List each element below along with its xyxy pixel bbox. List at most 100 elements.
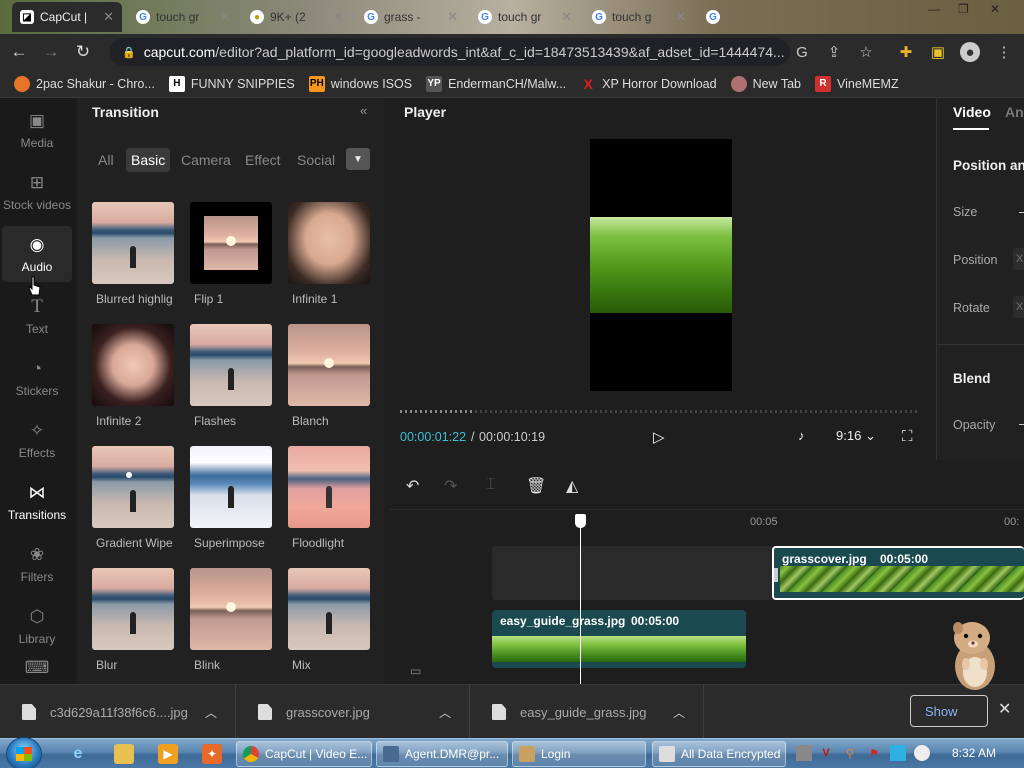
monitor-icon[interactable] (890, 745, 906, 761)
transition-thumb[interactable] (190, 446, 272, 528)
chevron-down-icon[interactable]: ▼ (346, 148, 370, 170)
tab-video[interactable]: Video (953, 104, 991, 120)
playhead-handle[interactable] (575, 514, 586, 528)
chevron-up-icon[interactable]: ︿ (673, 704, 685, 721)
transition-thumb[interactable] (288, 446, 370, 528)
nav-media[interactable]: ▣ Media (0, 102, 74, 158)
transition-thumb[interactable] (190, 202, 272, 284)
category-social[interactable]: Social (297, 148, 335, 172)
nav-transitions[interactable]: ⋈ Transitions (0, 474, 74, 530)
size-slider[interactable] (1019, 212, 1024, 213)
split-icon[interactable]: ⌶ (486, 476, 496, 494)
nav-library[interactable]: ⬡ Library (0, 598, 74, 654)
nav-audio[interactable]: ◉ Audio (2, 226, 72, 282)
play-icon[interactable]: ▷ (653, 428, 665, 446)
folder-icon[interactable] (114, 744, 134, 764)
google-lens-icon[interactable]: G (792, 42, 812, 62)
rotate-field[interactable]: X (1013, 296, 1024, 318)
download-item[interactable]: grasscover.jpg ︿ (236, 685, 470, 739)
download-item[interactable]: c3d629a11f38f6c6....jpg ︿ (0, 685, 236, 739)
transition-thumb[interactable] (92, 324, 174, 406)
bookmark-endermanch[interactable]: YP EndermanCH/Malw... (426, 75, 566, 92)
scrub-track[interactable] (400, 410, 920, 413)
chevron-up-icon[interactable]: ︿ (205, 704, 217, 721)
nav-stock-videos[interactable]: ⊞ Stock videos (0, 164, 74, 220)
category-all[interactable]: All (98, 148, 114, 172)
extensions-icon[interactable]: ✚ (896, 42, 916, 62)
minimize-icon[interactable]: — (928, 2, 940, 16)
start-button[interactable] (6, 737, 42, 768)
transition-thumb[interactable] (288, 202, 370, 284)
app-icon[interactable]: ✦ (202, 744, 222, 764)
url-field[interactable]: 🔒 capcut.com /editor?ad_platform_id=goog… (110, 38, 790, 66)
tab-animation[interactable]: An (1005, 104, 1024, 120)
reload-icon[interactable]: ↻ (70, 39, 96, 65)
media-player-icon[interactable]: ▶ (158, 744, 178, 764)
close-icon[interactable]: ✕ (675, 9, 686, 25)
nav-effects[interactable]: ✧ Effects (0, 412, 74, 468)
close-icon[interactable]: ✕ (998, 699, 1011, 719)
position-x-field[interactable]: X (1013, 248, 1024, 270)
nav-more[interactable]: ⌨ (0, 658, 74, 682)
category-effect[interactable]: Effect (245, 148, 281, 172)
back-icon[interactable]: ← (6, 39, 32, 65)
tab-google-5[interactable]: G (698, 2, 758, 32)
close-window-icon[interactable]: ✕ (990, 2, 1000, 16)
collapse-icon[interactable]: « (360, 103, 367, 118)
search-icon[interactable]: ⚲ (842, 745, 858, 761)
tab-google-4[interactable]: G touch g ✕ (584, 2, 694, 32)
taskbar-agent[interactable]: Agent.DMR@pr... (376, 741, 508, 767)
aspect-ratio-select[interactable]: 9:16 ⌄ (836, 428, 876, 444)
redo-icon[interactable]: ↷ (444, 476, 457, 496)
flag-icon[interactable]: ⚑ (866, 745, 882, 761)
tab-capcut[interactable]: ◪ CapCut | ✕ (12, 2, 122, 32)
show-all-button[interactable]: Show (910, 695, 988, 727)
tiktok-icon[interactable]: ♪ (798, 428, 805, 443)
playhead[interactable] (575, 514, 586, 684)
taskbar-encrypted[interactable]: All Data Encrypted (652, 741, 786, 767)
tab-google-2[interactable]: G grass - ✕ (356, 2, 466, 32)
menu-kebab-icon[interactable]: ⋮ (994, 42, 1014, 62)
close-icon[interactable]: ✕ (333, 9, 344, 25)
bookmark-2pac[interactable]: 2pac Shakur - Chro... (14, 75, 155, 92)
close-icon[interactable]: ✕ (219, 9, 230, 25)
opacity-slider[interactable] (1019, 424, 1024, 425)
transition-thumb[interactable] (190, 324, 272, 406)
timeline-clip[interactable]: easy_guide_grass.jpg 00:05:00 (492, 610, 746, 668)
bookmark-new-tab[interactable]: New Tab (730, 75, 801, 92)
chevron-up-icon[interactable]: ︿ (439, 704, 451, 721)
trim-handle[interactable] (774, 568, 778, 582)
profile-avatar-icon[interactable]: ● (960, 42, 980, 62)
nav-stickers[interactable]: ◔ Stickers (0, 350, 74, 406)
download-item[interactable]: easy_guide_grass.jpg ︿ (470, 685, 704, 739)
bookmark-windows-isos[interactable]: PH windows ISOS (308, 75, 412, 92)
delete-icon[interactable]: 🗑 (526, 476, 546, 496)
transition-thumb[interactable] (92, 568, 174, 650)
mirror-icon[interactable]: ◭ (566, 476, 578, 496)
star-icon[interactable]: ☆ (856, 42, 876, 62)
tab-gmail[interactable]: ● 9K+ (2 ✕ (242, 2, 352, 32)
time-ruler[interactable]: 00:05 00: (390, 510, 1024, 536)
timeline-clip[interactable]: grasscover.jpg 00:05:00 (772, 546, 1024, 600)
transition-thumb[interactable] (190, 568, 272, 650)
video-canvas[interactable] (590, 139, 732, 391)
bookmark-vinememz[interactable]: R VineMEMZ (815, 75, 899, 92)
category-basic[interactable]: Basic (126, 148, 171, 172)
taskbar-capcut[interactable]: CapCut | Video E... (236, 741, 372, 767)
transition-thumb[interactable] (92, 202, 174, 284)
forward-icon[interactable]: → (38, 39, 64, 65)
tab-google-3[interactable]: G touch gr ✕ (470, 2, 580, 32)
close-icon[interactable]: ✕ (561, 9, 572, 25)
bookmark-xp-horror[interactable]: X XP Horror Download (580, 76, 717, 92)
bookmark-funny-snippies[interactable]: H FUNNY SNIPPIES (168, 75, 295, 92)
nav-text[interactable]: T Text (0, 288, 74, 344)
transition-thumb[interactable] (288, 568, 370, 650)
taskbar-login[interactable]: Login (512, 741, 646, 767)
share-icon[interactable]: ⇪ (824, 42, 844, 62)
transition-thumb[interactable] (92, 446, 174, 528)
tab-google-1[interactable]: G touch gr ✕ (128, 2, 238, 32)
ie-icon[interactable]: e (68, 744, 88, 764)
undo-icon[interactable]: ↶ (406, 476, 419, 496)
close-icon[interactable]: ✕ (103, 9, 114, 25)
tray-icon[interactable] (796, 745, 812, 761)
